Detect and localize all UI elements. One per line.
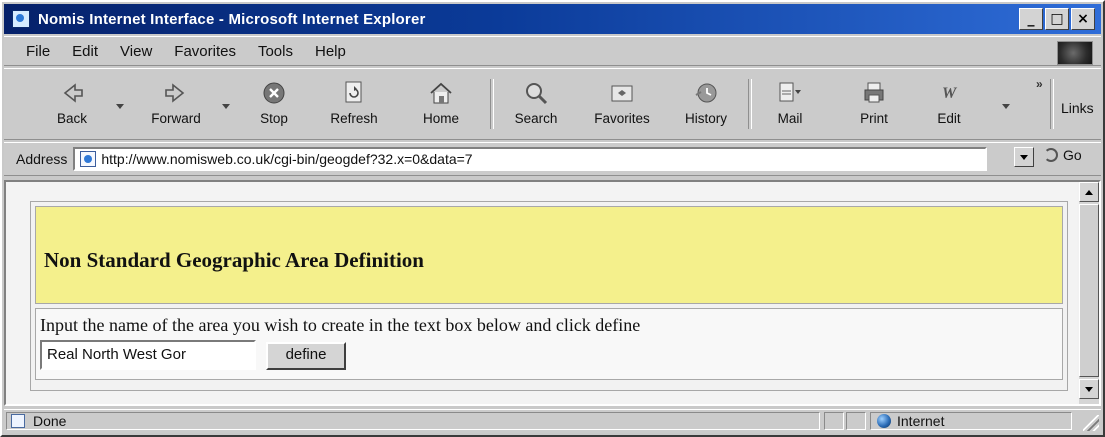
print-icon xyxy=(859,79,889,107)
page-content-frame: Non Standard Geographic Area Definition … xyxy=(4,180,1101,406)
instruction-text: Input the name of the area you wish to c… xyxy=(40,315,641,335)
forward-label: Forward xyxy=(151,111,201,126)
resize-grip[interactable] xyxy=(1083,415,1099,431)
security-zone-panel: Internet xyxy=(870,412,1072,430)
stop-button[interactable]: Stop xyxy=(244,79,304,135)
scroll-thumb[interactable] xyxy=(1079,204,1099,377)
refresh-button[interactable]: Refresh xyxy=(318,79,390,135)
forward-dropdown-icon[interactable] xyxy=(222,104,230,109)
svg-text:W: W xyxy=(942,85,958,102)
window-controls: _ □ × xyxy=(1019,8,1095,30)
menu-view[interactable]: View xyxy=(120,43,152,60)
status-message-panel: Done xyxy=(6,412,820,430)
menu-edit[interactable]: Edit xyxy=(72,43,98,60)
back-arrow-icon xyxy=(58,79,86,107)
favorites-button[interactable]: Favorites xyxy=(582,79,662,135)
edit-label: Edit xyxy=(937,111,961,126)
mail-label: Mail xyxy=(777,111,803,126)
menu-help[interactable]: Help xyxy=(315,43,346,60)
edit-dropdown-icon[interactable] xyxy=(1002,104,1010,109)
page-icon xyxy=(80,151,97,167)
go-button[interactable]: Go xyxy=(1044,147,1082,163)
windows-logo-icon xyxy=(1057,41,1093,65)
menu-file[interactable]: File xyxy=(26,43,50,60)
area-name-input[interactable]: Real North West Gor xyxy=(40,340,256,370)
go-label: Go xyxy=(1063,147,1082,163)
toolbar-overflow-chevron[interactable]: » xyxy=(1036,77,1043,91)
page-title: Non Standard Geographic Area Definition xyxy=(44,248,424,272)
stop-label: Stop xyxy=(260,111,288,126)
stop-icon xyxy=(261,79,287,107)
print-label: Print xyxy=(860,111,888,126)
go-arrow-icon xyxy=(1044,148,1058,162)
address-input[interactable]: http://www.nomisweb.co.uk/cgi-bin/geogde… xyxy=(73,147,988,171)
security-zone-text: Internet xyxy=(897,413,945,429)
toolbar-separator xyxy=(1050,79,1054,129)
mail-icon xyxy=(774,79,806,107)
home-button[interactable]: Home xyxy=(408,79,474,135)
back-button[interactable]: Back xyxy=(42,79,102,135)
page-icon xyxy=(11,414,25,428)
refresh-label: Refresh xyxy=(330,111,378,126)
internet-zone-globe-icon xyxy=(877,414,891,428)
history-label: History xyxy=(684,111,727,126)
forward-button[interactable]: Forward xyxy=(134,79,218,135)
internet-explorer-page-icon xyxy=(12,10,30,28)
window-title: Nomis Internet Interface - Microsoft Int… xyxy=(38,10,426,28)
print-button[interactable]: Print xyxy=(850,79,898,135)
minimize-button[interactable]: _ xyxy=(1019,8,1043,30)
toolbar-separator xyxy=(748,79,752,129)
standard-buttons-toolbar: Back Forward Stop Refresh Home Search Fa… xyxy=(4,68,1101,140)
favorites-label: Favorites xyxy=(594,111,650,126)
search-icon xyxy=(522,79,550,107)
back-label: Back xyxy=(56,111,87,126)
edit-icon: W xyxy=(934,79,964,107)
search-label: Search xyxy=(514,111,558,126)
define-button[interactable]: define xyxy=(266,342,346,370)
maximize-button[interactable]: □ xyxy=(1045,8,1069,30)
vertical-scrollbar[interactable] xyxy=(1079,182,1099,404)
address-url[interactable]: http://www.nomisweb.co.uk/cgi-bin/geogde… xyxy=(101,151,472,167)
edit-button[interactable]: W Edit xyxy=(928,79,970,135)
page-content: Non Standard Geographic Area Definition … xyxy=(6,182,1077,404)
status-empty-panel xyxy=(824,412,844,430)
favorites-icon xyxy=(607,79,637,107)
menu-favorites[interactable]: Favorites xyxy=(174,43,236,60)
status-text: Done xyxy=(33,413,67,429)
geographic-area-form-table: Non Standard Geographic Area Definition … xyxy=(30,201,1068,391)
forward-arrow-icon xyxy=(162,79,190,107)
status-empty-panel xyxy=(846,412,866,430)
home-icon xyxy=(426,79,456,107)
mail-button[interactable]: Mail xyxy=(766,79,814,135)
menu-bar: File Edit View Favorites Tools Help xyxy=(4,36,1101,66)
address-bar: Address http://www.nomisweb.co.uk/cgi-bi… xyxy=(4,142,1101,176)
status-bar: Done Internet xyxy=(4,409,1101,433)
title-bar[interactable]: Nomis Internet Interface - Microsoft Int… xyxy=(4,4,1101,34)
toolbar-separator xyxy=(490,79,494,129)
back-dropdown-icon[interactable] xyxy=(116,104,124,109)
scroll-down-button[interactable] xyxy=(1079,379,1099,399)
home-label: Home xyxy=(422,111,459,126)
address-label: Address xyxy=(16,151,68,167)
address-dropdown-button[interactable] xyxy=(1014,147,1034,167)
area-definition-form: Input the name of the area you wish to c… xyxy=(35,308,1063,380)
close-button[interactable]: × xyxy=(1071,8,1095,30)
scroll-up-button[interactable] xyxy=(1079,182,1099,202)
browser-window: Nomis Internet Interface - Microsoft Int… xyxy=(0,0,1105,437)
history-icon xyxy=(692,79,720,107)
page-banner: Non Standard Geographic Area Definition xyxy=(35,206,1063,304)
menu-tools[interactable]: Tools xyxy=(258,43,293,60)
links-toolbar-label[interactable]: Links xyxy=(1061,100,1094,116)
refresh-icon xyxy=(341,79,367,107)
search-button[interactable]: Search xyxy=(502,79,570,135)
history-button[interactable]: History xyxy=(676,79,736,135)
